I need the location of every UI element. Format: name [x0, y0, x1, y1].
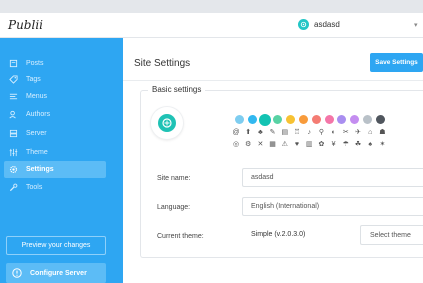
- tag-icon: [9, 75, 18, 84]
- logo-icon-option[interactable]: ✎: [269, 129, 277, 137]
- chevron-down-icon[interactable]: ▾: [414, 21, 418, 29]
- language-label: Language:: [157, 204, 191, 211]
- gear-icon: [9, 165, 18, 174]
- configure-server-button[interactable]: Configure Server: [6, 263, 106, 283]
- logo-icon-option[interactable]: ✶: [378, 141, 386, 149]
- preview-changes-button[interactable]: Preview your changes: [6, 236, 106, 255]
- configure-server-label: Configure Server: [30, 269, 87, 277]
- logo-icon-option[interactable]: ⌂: [366, 129, 374, 137]
- current-theme-label: Current theme:: [157, 233, 204, 240]
- logo-icon-option[interactable]: ¥: [330, 141, 338, 149]
- color-swatch[interactable]: [235, 115, 244, 124]
- logo-icon-option[interactable]: ▤: [281, 129, 289, 137]
- color-swatch[interactable]: [247, 115, 257, 124]
- sidebar-item-settings[interactable]: Settings: [4, 161, 106, 178]
- sidebar-item-label: Authors: [26, 111, 51, 118]
- site-avatar-icon: [298, 19, 309, 30]
- logo-icon-option[interactable]: ✕: [256, 141, 264, 149]
- logo-icon-option[interactable]: ♪: [305, 129, 313, 137]
- site-logo-preview: [151, 107, 183, 139]
- logo-icon-option[interactable]: ☗: [378, 129, 386, 137]
- app-header: Publii asdasd ▾: [0, 13, 423, 38]
- sidebar: Posts Tags Menus Authors Server Theme Se…: [0, 38, 123, 283]
- sidebar-item-tags[interactable]: Tags: [0, 71, 123, 88]
- logo-icon-option[interactable]: ✈: [354, 129, 362, 137]
- logo-icon-option[interactable]: ✿: [317, 141, 325, 149]
- logo-icon-option[interactable]: ☂: [342, 141, 350, 149]
- sidebar-item-authors[interactable]: Authors: [0, 106, 123, 123]
- color-swatch[interactable]: [259, 113, 272, 126]
- header-divider: [123, 80, 423, 81]
- logo-icon-option[interactable]: ✂: [342, 129, 350, 137]
- logo-icon-option[interactable]: ♖: [293, 129, 301, 137]
- sidebar-item-label: Tags: [26, 76, 41, 83]
- language-select[interactable]: English (International): [242, 197, 423, 216]
- sidebar-item-tools[interactable]: Tools: [0, 179, 123, 196]
- section-title: Basic settings: [148, 85, 206, 94]
- color-swatch[interactable]: [299, 115, 308, 124]
- user-menu[interactable]: asdasd: [298, 19, 340, 30]
- logo-icon-option[interactable]: ♠: [366, 141, 374, 149]
- select-theme-dropdown[interactable]: Select theme: [360, 225, 423, 245]
- logo-icon-option[interactable]: ⚲: [317, 129, 325, 137]
- logo-icon-option[interactable]: ⚙: [244, 141, 252, 149]
- wrench-icon: [9, 183, 18, 192]
- sidebar-item-posts[interactable]: Posts: [0, 55, 123, 72]
- logo-icon-option[interactable]: ◎: [232, 141, 240, 149]
- save-settings-button[interactable]: Save Settings: [370, 53, 423, 72]
- sidebar-item-label: Settings: [26, 166, 54, 173]
- site-name-label: Site name:: [157, 175, 191, 182]
- menu-icon: [9, 92, 18, 101]
- sidebar-item-theme[interactable]: Theme: [0, 144, 123, 161]
- sidebar-item-label: Theme: [26, 149, 48, 156]
- window-top-strip: [0, 0, 423, 13]
- color-swatch[interactable]: [375, 115, 385, 124]
- logo-icon-option[interactable]: ◐: [330, 129, 338, 137]
- color-swatch[interactable]: [324, 115, 334, 124]
- logo-icon-option[interactable]: ♥: [293, 141, 301, 149]
- site-name-input[interactable]: asdasd: [242, 168, 423, 187]
- sidebar-item-label: Menus: [26, 93, 48, 100]
- logo-icon-option[interactable]: ▥: [305, 141, 313, 149]
- sidebar-item-label: Posts: [26, 60, 44, 67]
- sidebar-item-label: Server: [26, 130, 47, 137]
- sidebar-item-server[interactable]: Server: [0, 125, 123, 142]
- logo-icon-option[interactable]: ⬆: [244, 129, 252, 137]
- server-icon: [9, 129, 18, 138]
- posts-icon: [9, 59, 18, 68]
- sidebar-item-menus[interactable]: Menus: [0, 88, 123, 105]
- theme-icon: [9, 148, 18, 157]
- logo-icon-option[interactable]: ⚠: [281, 141, 289, 149]
- current-theme-value: Simple (v.2.0.3.0): [251, 231, 306, 238]
- main-panel: Site Settings Save Settings Basic settin…: [123, 38, 423, 283]
- logo-icon-option[interactable]: ▦: [269, 141, 277, 149]
- logo-icon-option[interactable]: ☘: [354, 141, 362, 149]
- color-swatch[interactable]: [363, 115, 372, 124]
- authors-icon: [9, 110, 18, 119]
- user-name: asdasd: [314, 20, 340, 29]
- logo-icon-option[interactable]: ♣: [256, 129, 264, 137]
- page-title: Site Settings: [134, 58, 191, 69]
- alert-icon: [12, 268, 22, 278]
- color-swatch[interactable]: [311, 115, 321, 124]
- sidebar-item-label: Tools: [26, 184, 43, 191]
- app-logo: Publii: [8, 18, 43, 32]
- logo-icon-option[interactable]: @: [232, 129, 240, 137]
